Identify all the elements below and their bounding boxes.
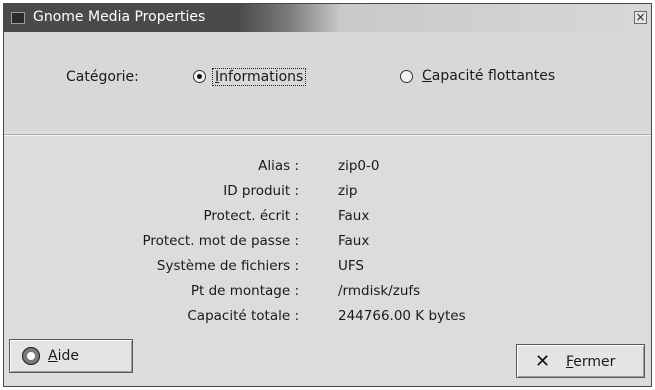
category-label: Catégorie: — [66, 69, 139, 85]
info-key: Système de fichiers : — [156, 258, 299, 274]
close-icon[interactable]: × — [634, 11, 647, 24]
info-key: Protect. mot de passe : — [142, 233, 299, 249]
info-key: Protect. écrit : — [203, 208, 299, 224]
dialog-window: Gnome Media Properties × Catégorie: Info… — [3, 3, 652, 387]
info-value: zip — [338, 183, 358, 199]
info-panel: Alias : zip0-0 ID produit : zip Protect.… — [4, 136, 651, 336]
info-row-alias: Alias : zip0-0 — [4, 158, 651, 180]
category-section: Catégorie: Informations Capacité flottan… — [4, 32, 651, 132]
info-row-systeme-de-fichiers: Système de fichiers : UFS — [4, 258, 651, 280]
info-value: Faux — [338, 233, 370, 249]
radio-informations-label[interactable]: Informations — [212, 68, 307, 86]
close-button[interactable]: ✕ Fermer — [516, 344, 645, 378]
window-menu-icon[interactable] — [11, 12, 25, 24]
info-key: Pt de montage : — [190, 283, 299, 299]
info-key: Capacité totale : — [187, 308, 299, 324]
info-row-protect-ecrit: Protect. écrit : Faux — [4, 208, 651, 230]
x-close-icon: ✕ — [535, 351, 551, 372]
info-row-id-produit: ID produit : zip — [4, 183, 651, 205]
radio-capacite-flottantes[interactable] — [400, 70, 413, 83]
help-button-label: Aide — [48, 348, 79, 364]
info-key: Alias : — [258, 158, 299, 174]
info-value: 244766.00 K bytes — [338, 308, 466, 324]
info-row-pt-de-montage: Pt de montage : /rmdisk/zufs — [4, 283, 651, 305]
info-value: Faux — [338, 208, 370, 224]
info-key: ID produit : — [223, 183, 299, 199]
radio-informations[interactable] — [193, 70, 206, 83]
info-value: UFS — [338, 258, 364, 274]
info-value: /rmdisk/zufs — [338, 283, 421, 299]
close-button-label: Fermer — [566, 354, 616, 370]
lifebuoy-help-icon — [22, 347, 40, 365]
info-row-capacite-totale: Capacité totale : 244766.00 K bytes — [4, 308, 651, 330]
radio-capacite-flottantes-label[interactable]: Capacité flottantes — [422, 68, 555, 84]
help-button[interactable]: Aide — [9, 339, 133, 373]
window-title: Gnome Media Properties — [33, 9, 206, 25]
info-value: zip0-0 — [338, 158, 380, 174]
title-bar[interactable]: Gnome Media Properties × — [4, 4, 651, 32]
info-row-protect-mot-de-passe: Protect. mot de passe : Faux — [4, 233, 651, 255]
